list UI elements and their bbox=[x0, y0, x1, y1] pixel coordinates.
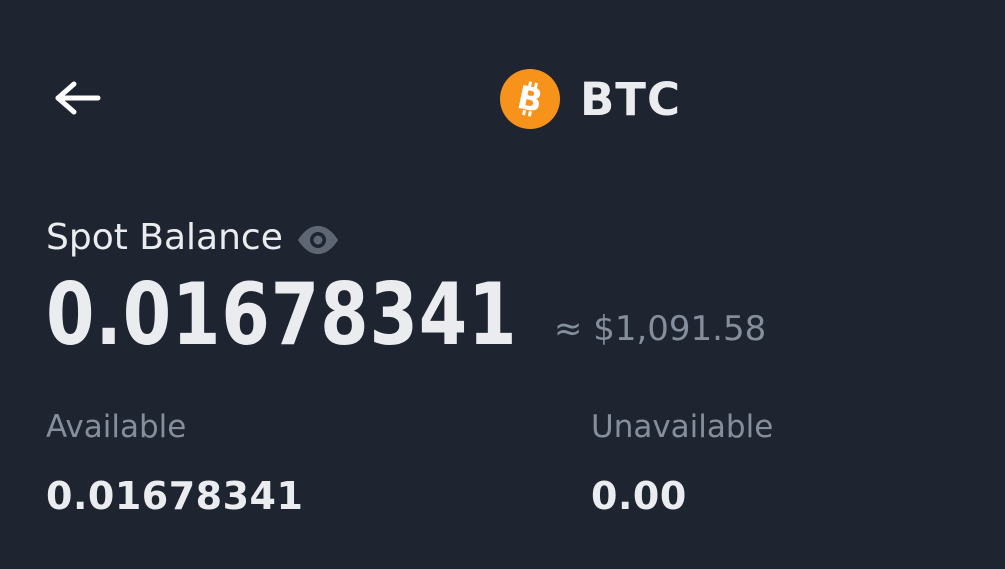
spot-balance-heading: Spot Balance bbox=[46, 220, 341, 256]
unavailable-label: Unavailable bbox=[591, 409, 774, 445]
coin-header: B BTC bbox=[500, 68, 681, 130]
spot-balance-amount: 0.01678341 bbox=[46, 265, 518, 365]
page-title: BTC bbox=[580, 72, 682, 126]
bitcoin-icon: B bbox=[500, 69, 560, 129]
spot-balance-label: Spot Balance bbox=[46, 217, 283, 258]
available-section: Available 0.01678341 bbox=[46, 409, 304, 518]
unavailable-section: Unavailable 0.00 bbox=[591, 409, 774, 518]
eye-icon[interactable] bbox=[295, 223, 341, 257]
available-label: Available bbox=[46, 409, 187, 445]
available-value: 0.01678341 bbox=[46, 474, 304, 518]
unavailable-value: 0.00 bbox=[591, 474, 687, 518]
fiat-equivalent: ≈ $1,091.58 bbox=[553, 309, 767, 349]
back-button[interactable] bbox=[52, 78, 102, 118]
balance-amount-row: 0.01678341 ≈ $1,091.58 bbox=[46, 272, 766, 358]
arrow-left-icon bbox=[55, 81, 101, 115]
